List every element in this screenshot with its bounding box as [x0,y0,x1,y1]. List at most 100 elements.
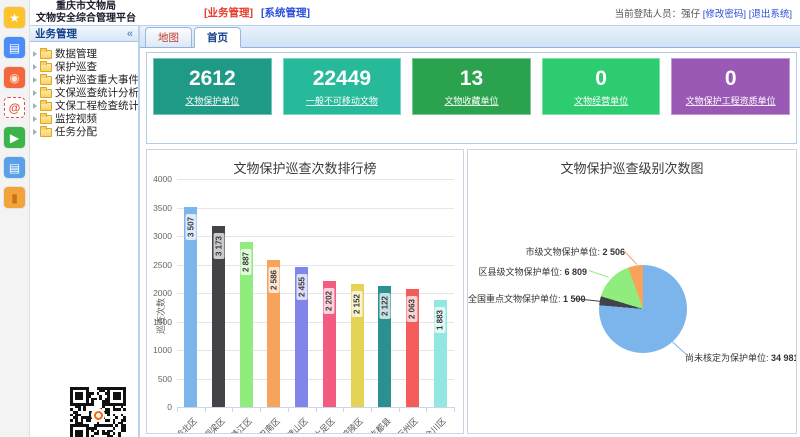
tab-home[interactable]: 首页 [194,27,241,48]
x-axis-tickmark [371,407,372,412]
logout-link[interactable]: [退出系统] [749,9,792,20]
bar-value-label: 2 586 [268,267,279,293]
main-area: 地图首页 2612文物保护单位 22449 一般不可移动文物 13 文物收藏单位 0 文物经… [140,25,800,437]
folder-icon [40,115,52,124]
user-name: 强仔 [681,9,700,20]
y-axis-tick: 0 [147,402,172,412]
top-nav: [业务管理] [系统管理] [204,5,310,20]
pie-label: 市级文物保护单位: 2 506 [468,245,625,258]
pie-connector [669,339,686,354]
pie-chart-panel: 文物保护巡查级别次数图 尚未核定为保护单位: 34 981 全国重点文物保护单位:… [467,149,797,434]
gridline [177,208,454,209]
x-axis-tickmark [205,407,206,412]
qr-center-logo [91,408,105,422]
at-icon[interactable]: @ [4,97,25,118]
sidebar-tree: 数据管理保护巡查保护巡查重大事件文保巡查统计分析文保工程检查统计分析监控视频任务… [30,42,138,143]
caret-icon[interactable] [33,103,37,109]
x-axis-tickmark [343,407,344,412]
x-axis-tickmark [316,407,317,412]
pie-connector [589,270,609,278]
collapse-button[interactable]: « [127,28,133,40]
caret-icon[interactable] [33,90,37,96]
stat-label: 文物收藏单位 [444,94,498,107]
caret-icon[interactable] [33,51,37,57]
sidebar-title: 业务管理 [35,26,77,41]
stat-card-2[interactable]: 13 文物收藏单位 [412,58,531,115]
folder-icon [40,50,52,59]
x-axis-tickmark [288,407,289,412]
content-area: 2612文物保护单位 22449 一般不可移动文物 13 文物收藏单位 0 文物经营单位 0 文… [140,48,800,437]
x-axis-label: 渝北区 [148,415,199,434]
right-column: 重庆市文物局 文物安全综合管理平台 [业务管理] [系统管理] 当前登陆人员：强… [30,0,800,437]
bar-chart-panel: 文物保护巡查次数排行榜 0500100015002000250030003500… [146,149,464,434]
pie-chart-title: 文物保护巡查级别次数图 [468,150,796,177]
pie-label: 尚未核定为保护单位: 34 981 [685,351,797,364]
stat-card-1[interactable]: 22449 一般不可移动文物 [283,58,402,115]
tab-map[interactable]: 地图 [145,27,192,47]
body-row: 业务管理 « 数据管理保护巡查保护巡查重大事件文保巡查统计分析文保工程检查统计分… [30,25,800,437]
y-axis-title: 巡查次数 [154,281,166,351]
stat-value: 0 [725,67,737,91]
bar-value-label: 3 507 [185,214,196,240]
stat-value: 22449 [313,67,371,91]
stat-card-0[interactable]: 2612文物保护单位 [153,58,272,115]
caret-icon[interactable] [33,116,37,122]
bar-chart-title: 文物保护巡查次数排行榜 [147,150,463,177]
caret-icon[interactable] [33,64,37,70]
panel-icon[interactable]: ▤ [4,37,25,58]
nav-link-business[interactable]: [业务管理] [204,5,253,20]
stat-value: 2612 [189,67,236,91]
gridline [177,179,454,180]
folder-icon [40,63,52,72]
qr-grid [70,387,126,437]
star-icon[interactable]: ★ [4,7,25,28]
stat-card-4[interactable]: 0 文物保护工程资质单位 [671,58,790,115]
folder-icon [40,128,52,137]
caret-icon[interactable] [33,77,37,83]
pie-label: 全国重点文物保护单位: 1 500 [468,292,572,305]
pie-label: 区县级文物保护单位: 6 809 [468,265,587,278]
stat-value: 13 [460,67,483,91]
y-axis-tick: 2500 [147,260,172,270]
bar-value-label: 3 173 [213,233,224,259]
tree-item[interactable]: 任务分配 [33,125,135,138]
x-axis-tickmark [177,407,178,412]
x-axis-tickmark [232,407,233,412]
stats-row: 2612文物保护单位 22449 一般不可移动文物 13 文物收藏单位 0 文物经营单位 0 文… [153,58,790,115]
notebook-icon[interactable]: ▮ [4,187,25,208]
stat-value: 0 [595,67,607,91]
stat-card-3[interactable]: 0 文物经营单位 [542,58,661,115]
y-axis-tick: 500 [147,374,172,384]
bar-value-label: 2 122 [379,293,390,319]
tree-item-label: 任务分配 [55,124,97,139]
app-window: ★ ▤ ◉ @ ▶ ▤ ▮ 重庆市文物局 文物安全综合管理平台 [业务管理] [系统管理] … [0,0,800,437]
x-axis-tickmark [454,407,455,412]
app-title: 重庆市文物局 文物安全综合管理平台 [30,1,142,24]
bar-value-label: 1 883 [435,307,446,333]
pie[interactable] [599,265,687,353]
caret-icon[interactable] [33,129,37,135]
sidebar: 业务管理 « 数据管理保护巡查保护巡查重大事件文保巡查统计分析文保工程检查统计分… [30,25,140,437]
nav-link-system[interactable]: [系统管理] [261,5,310,20]
folder-icon [40,76,52,85]
login-label: 当前登陆人员： [615,9,682,20]
weibo-icon[interactable]: ◉ [4,67,25,88]
x-axis-tickmark [426,407,427,412]
pie-connector [624,251,637,265]
folder-icon [40,89,52,98]
change-password-link[interactable]: [修改密码] [703,9,746,20]
icon-strip: ★ ▤ ◉ @ ▶ ▤ ▮ [0,0,30,437]
stats-panel: 2612文物保护单位 22449 一般不可移动文物 13 文物收藏单位 0 文物经营单位 0 文… [146,52,797,144]
qr-code [68,385,128,437]
tab-bar: 地图首页 [140,25,800,48]
stat-label: 文物保护工程资质单位 [686,94,776,107]
document-icon[interactable]: ▤ [4,157,25,178]
y-axis-tick: 4000 [147,174,172,184]
folder-icon [40,102,52,111]
video-icon[interactable]: ▶ [4,127,25,148]
stat-label: 一般不可移动文物 [306,94,378,107]
bar-value-label: 2 152 [352,291,363,317]
stat-label: 文物经营单位 [574,94,628,107]
sidebar-header: 业务管理 « [30,25,138,42]
bar-value-label: 2 063 [407,296,418,322]
